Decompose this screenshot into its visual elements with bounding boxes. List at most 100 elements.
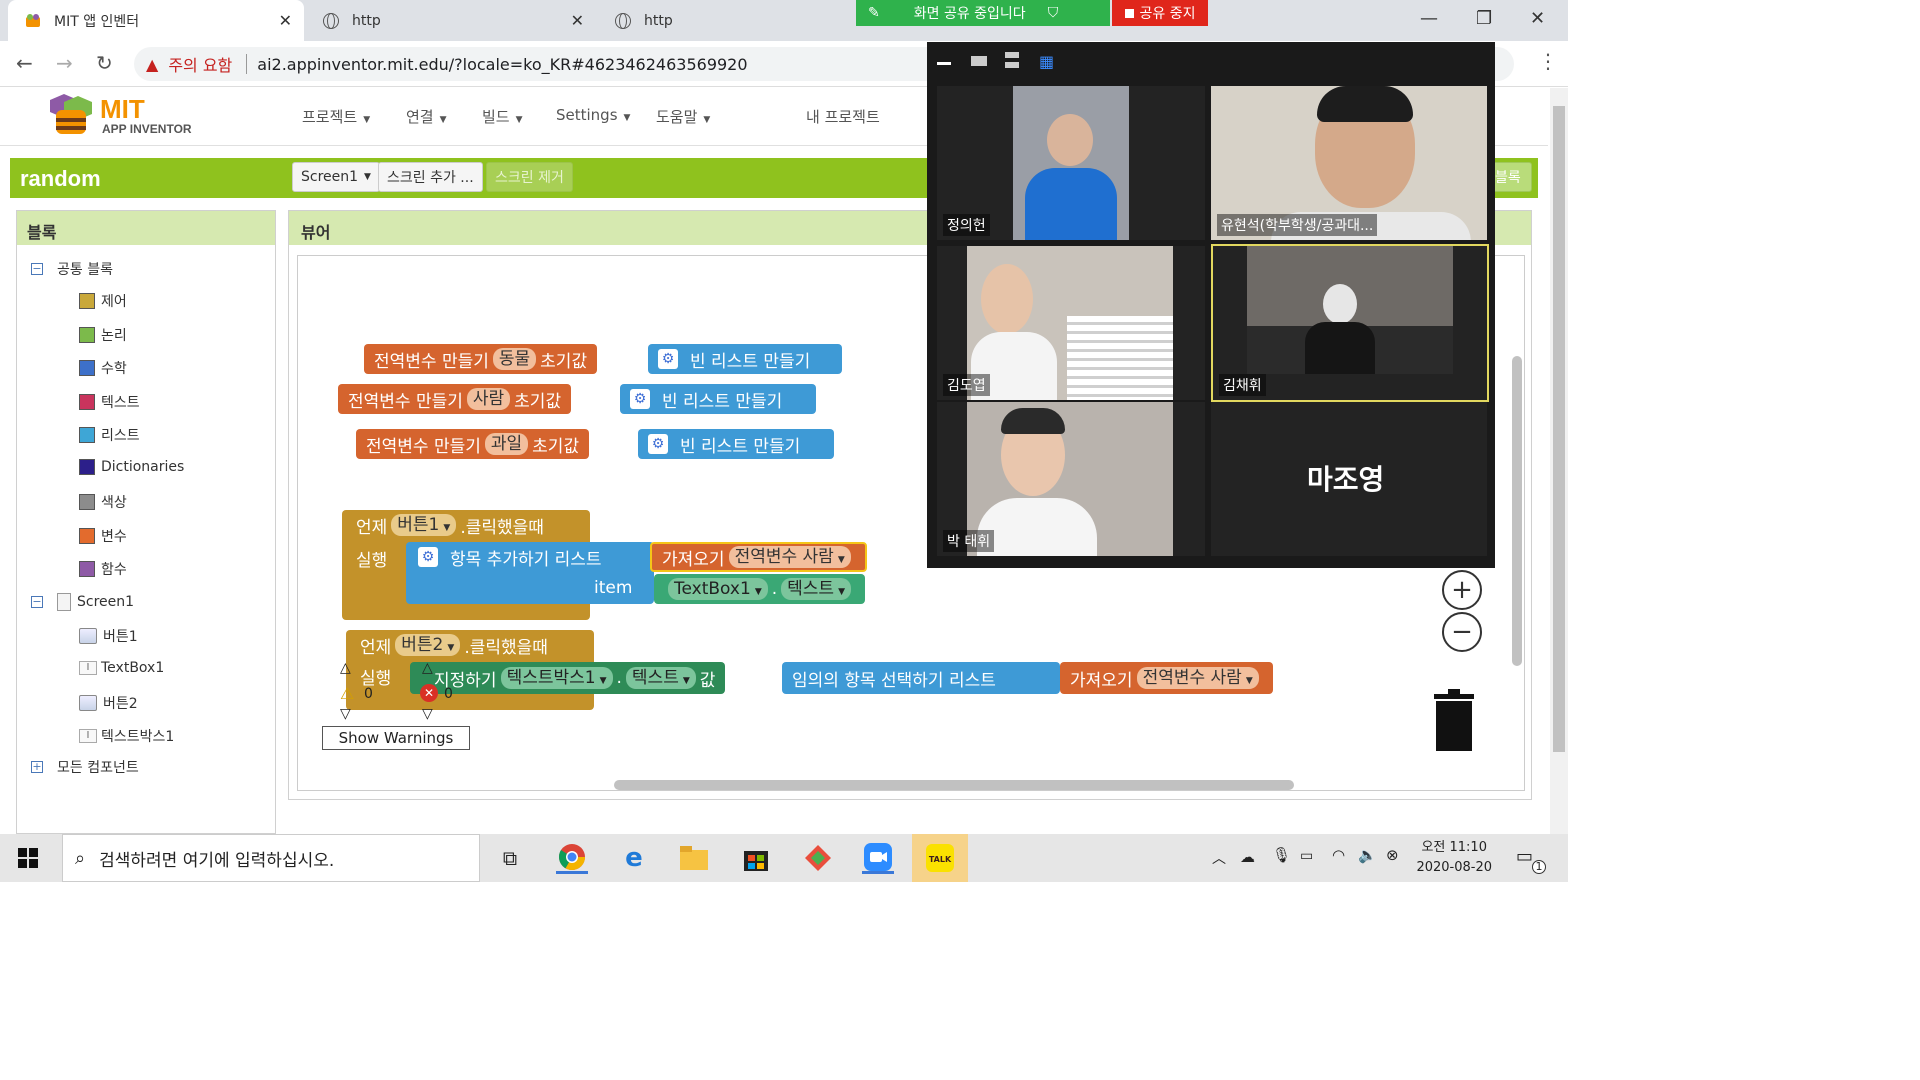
stop-share-button[interactable]: 공유 중지: [1112, 0, 1208, 26]
palette-category-8[interactable]: 함수: [79, 559, 127, 579]
onedrive-cloud-icon[interactable]: ☁: [1240, 848, 1255, 866]
edge-icon[interactable]: e: [618, 842, 650, 874]
video-tile-4-active[interactable]: 김채휘: [1211, 244, 1489, 402]
reload-icon[interactable]: ↻: [96, 51, 113, 75]
component-dropdown[interactable]: 버튼1 ▼: [391, 514, 457, 536]
browser-menu-icon[interactable]: ⋮: [1538, 49, 1558, 73]
show-warnings-button[interactable]: Show Warnings: [322, 726, 470, 750]
video-tile-3[interactable]: 김도엽: [937, 246, 1205, 400]
forward-arrow-icon[interactable]: →: [56, 51, 73, 75]
textbox1-text-getter[interactable]: TextBox1 ▼ . 텍스트 ▼: [654, 574, 865, 604]
appinventor-logo[interactable]: MIT APP INVENTOR: [44, 92, 204, 142]
back-arrow-icon[interactable]: ←: [16, 51, 33, 75]
video-tile-6-no-video[interactable]: 마조영: [1211, 402, 1487, 556]
var-name-field[interactable]: 사람: [466, 388, 511, 410]
component-dropdown[interactable]: 버튼2 ▼: [395, 634, 461, 656]
vertical-scrollbar[interactable]: [1512, 356, 1522, 666]
zoom-app-icon[interactable]: [862, 842, 894, 874]
split-view-icon[interactable]: [1005, 52, 1019, 68]
get-global-person-block[interactable]: 가져오기 전역변수 사람 ▼: [650, 542, 867, 572]
close-window-icon[interactable]: ✕: [1530, 8, 1545, 29]
empty-list-block[interactable]: ⚙ 빈 리스트 만들기: [620, 384, 816, 414]
url-text[interactable]: ai2.appinventor.mit.edu/?locale=ko_KR#46…: [257, 55, 747, 74]
tab-appinventor[interactable]: MIT 앱 인벤터 ✕: [8, 0, 304, 41]
gear-icon[interactable]: ⚙: [648, 434, 668, 454]
screen-selector[interactable]: Screen1 ▼: [292, 162, 380, 192]
gear-icon[interactable]: ⚙: [630, 389, 650, 409]
set-textbox-text-block[interactable]: 지정하기 텍스트박스1 ▼ . 텍스트 ▼ 값: [410, 662, 726, 694]
warnings-down-arrow-icon[interactable]: ▽: [340, 706, 351, 722]
palette-category-7[interactable]: 변수: [79, 526, 127, 546]
close-tab-icon[interactable]: ✕: [571, 11, 584, 30]
var-dropdown[interactable]: 전역변수 사람 ▼: [728, 546, 851, 568]
file-explorer-icon[interactable]: [678, 842, 710, 874]
trash-icon[interactable]: [1432, 688, 1476, 752]
notification-center-icon[interactable]: ▭: [1516, 846, 1533, 867]
video-tile-2[interactable]: 유현석(학부학생/공과대...: [1211, 86, 1487, 240]
gear-icon[interactable]: ⚙: [658, 349, 678, 369]
global-var-block-person[interactable]: 전역변수 만들기 사람 초기값: [338, 384, 572, 414]
microphone-icon[interactable]: 🎙: [1272, 846, 1291, 864]
taskbar-clock[interactable]: 오전 11:10 2020-08-20: [1416, 838, 1492, 878]
palette-category-2[interactable]: 수학: [79, 358, 127, 378]
menu-build[interactable]: 빌드 ▼: [482, 106, 523, 127]
windows-start-icon[interactable]: [18, 848, 38, 868]
tab-http-2[interactable]: http: [598, 0, 858, 41]
chrome-icon[interactable]: [556, 842, 588, 874]
palette-category-3[interactable]: 텍스트: [79, 392, 140, 412]
close-tab-icon[interactable]: ✕: [279, 11, 292, 30]
component-button2[interactable]: 버튼2: [79, 693, 138, 713]
collapse-icon[interactable]: −: [31, 263, 43, 275]
component-dropdown[interactable]: 텍스트박스1 ▼: [500, 667, 613, 689]
minimize-panel-icon[interactable]: [937, 62, 951, 65]
global-var-block-fruit[interactable]: 전역변수 만들기 과일 초기값: [356, 429, 590, 459]
component-dropdown[interactable]: TextBox1 ▼: [668, 578, 768, 600]
errors-down-arrow-icon[interactable]: ▽: [422, 706, 433, 722]
minimize-window-icon[interactable]: —: [1420, 8, 1438, 29]
gallery-view-icon[interactable]: ▦: [1039, 52, 1054, 71]
restore-window-icon[interactable]: ❐: [1476, 8, 1492, 29]
warnings-up-arrow-icon[interactable]: △: [340, 660, 351, 676]
zoom-in-icon[interactable]: +: [1442, 570, 1482, 610]
page-scrollbar[interactable]: [1550, 88, 1568, 834]
my-projects-link[interactable]: 내 프로젝트: [806, 106, 880, 127]
menu-project[interactable]: 프로젝트 ▼: [302, 106, 370, 127]
var-dropdown[interactable]: 전역변수 사람 ▼: [1136, 667, 1259, 689]
all-components-node[interactable]: + 모든 컴포넌트: [31, 757, 139, 777]
wifi-icon[interactable]: ◠: [1332, 846, 1345, 864]
palette-category-6[interactable]: 색상: [79, 492, 127, 512]
taskbar-search-box[interactable]: ⌕ 검색하려면 여기에 입력하십시오.: [62, 834, 480, 882]
component-button1[interactable]: 버튼1: [79, 626, 138, 646]
battery-icon[interactable]: ▭: [1300, 848, 1313, 864]
task-view-icon[interactable]: ⧉: [494, 842, 526, 874]
collapse-icon[interactable]: −: [31, 596, 43, 608]
builtin-blocks-node[interactable]: − 공통 블록: [31, 259, 113, 279]
zoom-out-icon[interactable]: −: [1442, 612, 1482, 652]
video-tile-1[interactable]: 정의헌: [937, 86, 1205, 240]
single-view-icon[interactable]: [971, 56, 987, 66]
var-name-field[interactable]: 과일: [484, 433, 529, 455]
empty-list-block[interactable]: ⚙ 빈 리스트 만들기: [648, 344, 842, 374]
horizontal-scrollbar[interactable]: [614, 780, 1294, 790]
var-name-field[interactable]: 동물: [492, 348, 537, 370]
video-tile-5[interactable]: 박 태휘: [937, 402, 1205, 556]
gear-icon[interactable]: ⚙: [418, 547, 438, 567]
palette-category-0[interactable]: 제어: [79, 291, 127, 311]
app-diamond-icon[interactable]: [802, 842, 834, 874]
store-icon[interactable]: [740, 842, 772, 874]
mute-status-icon[interactable]: ⊗: [1386, 846, 1399, 864]
palette-category-1[interactable]: 논리: [79, 325, 127, 345]
remove-screen-button[interactable]: 스크린 제거: [486, 162, 573, 192]
palette-category-4[interactable]: 리스트: [79, 425, 140, 445]
menu-help[interactable]: 도움말 ▼: [656, 106, 710, 127]
expand-icon[interactable]: +: [31, 761, 43, 773]
empty-list-block[interactable]: ⚙ 빈 리스트 만들기: [638, 429, 834, 459]
errors-up-arrow-icon[interactable]: △: [422, 660, 433, 676]
menu-settings[interactable]: Settings ▼: [556, 106, 630, 124]
menu-connect[interactable]: 연결 ▼: [406, 106, 447, 127]
tab-http-1[interactable]: http ✕: [306, 0, 596, 41]
volume-icon[interactable]: 🔈: [1358, 846, 1377, 864]
property-dropdown[interactable]: 텍스트 ▼: [625, 667, 696, 689]
screen1-node[interactable]: − Screen1: [31, 593, 134, 611]
add-screen-button[interactable]: 스크린 추가 ...: [378, 162, 483, 192]
